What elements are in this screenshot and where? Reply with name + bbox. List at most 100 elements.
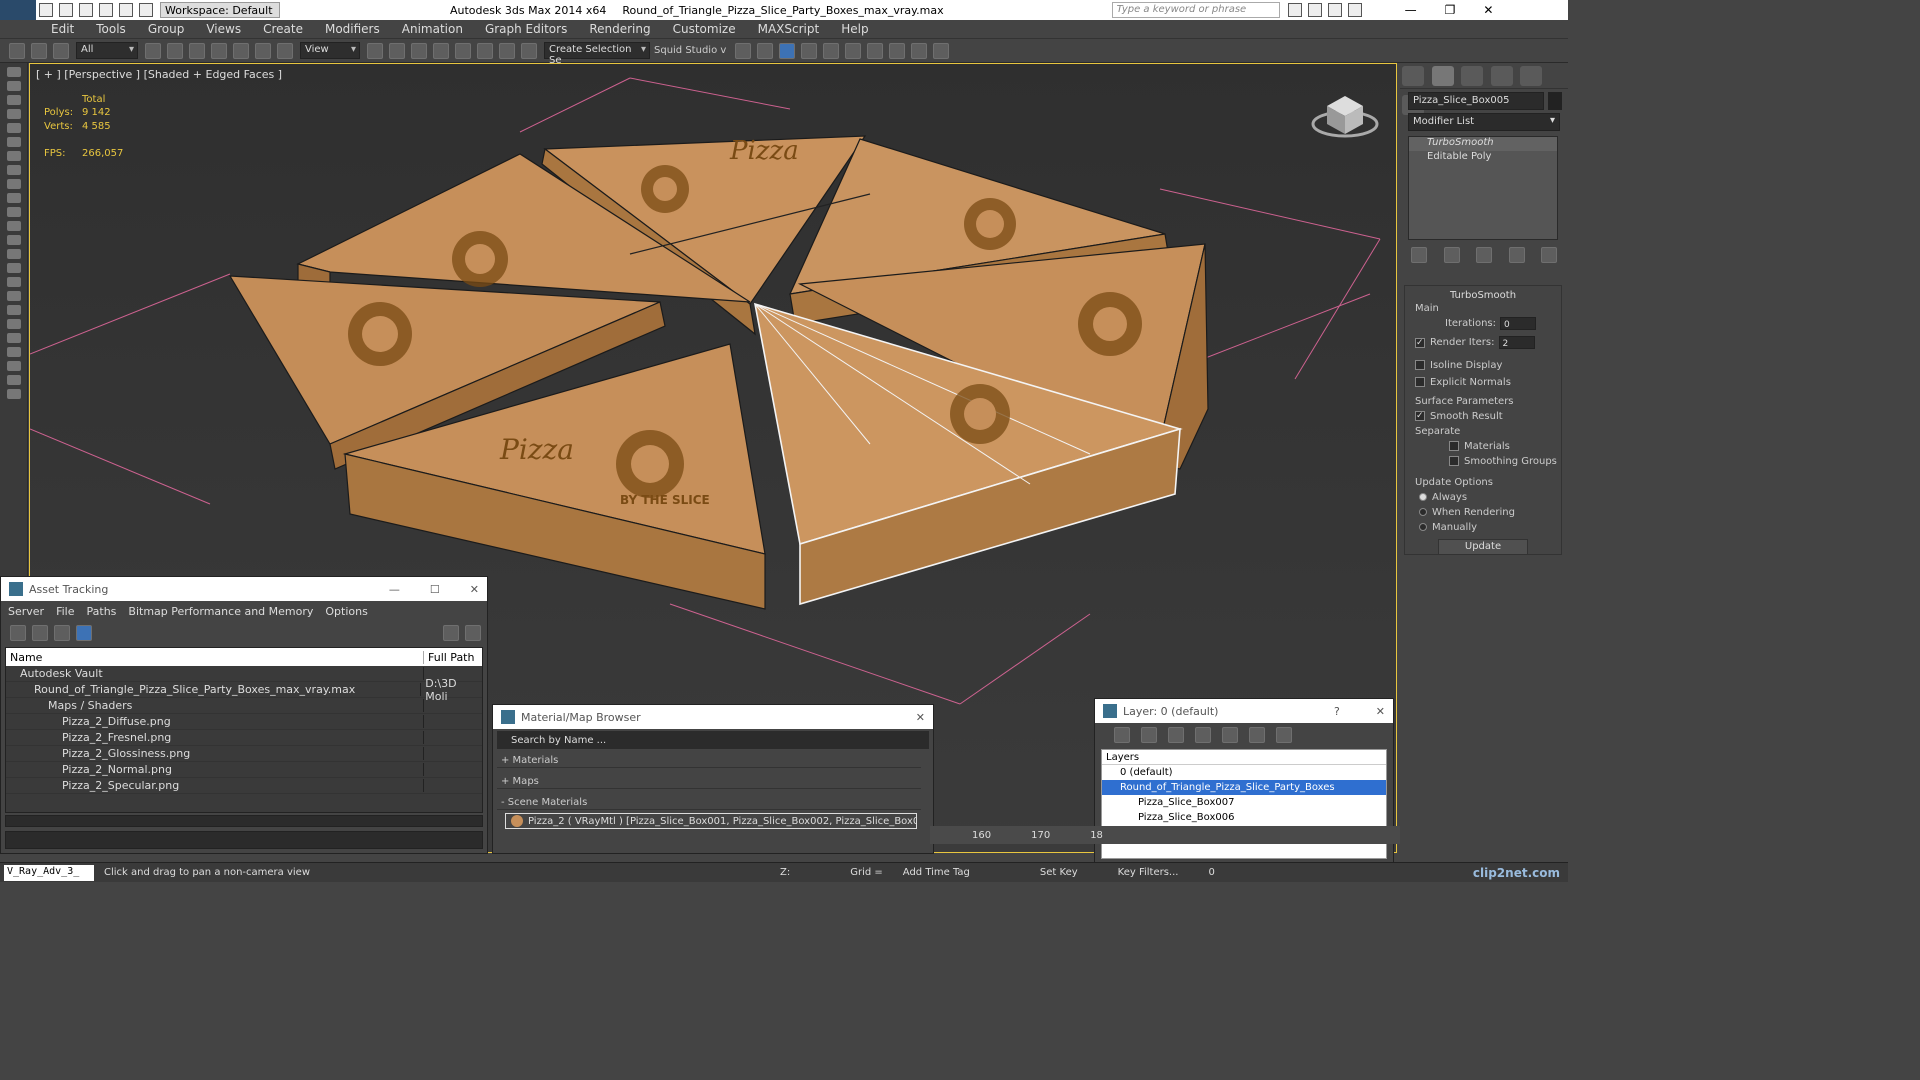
refresh-icon[interactable] (10, 625, 26, 641)
align-icon[interactable] (757, 42, 774, 59)
isoline-display-checkbox[interactable] (1415, 360, 1425, 370)
modifier-stack-item[interactable]: Editable Poly (1409, 151, 1557, 165)
tool-icon[interactable] (7, 81, 21, 91)
set-key-button[interactable]: Set Key (1040, 867, 1078, 878)
key-filters-button[interactable]: Key Filters... (1118, 867, 1179, 878)
tool-icon[interactable] (7, 305, 21, 315)
menu-modifiers[interactable]: Modifiers (314, 22, 391, 36)
add-time-tag-button[interactable]: Add Time Tag (903, 867, 970, 878)
named-selection-set-dropdown[interactable]: Create Selection Se (544, 42, 650, 66)
rendered-frame-window-icon[interactable] (911, 42, 928, 59)
show-end-result-icon[interactable] (1443, 247, 1460, 263)
menu-options[interactable]: Options (325, 605, 367, 618)
remove-modifier-icon[interactable] (1508, 247, 1525, 263)
redo-icon[interactable] (119, 3, 133, 17)
bind-space-warp-icon[interactable] (53, 42, 69, 59)
mirror-icon[interactable] (735, 42, 752, 59)
layer-item[interactable]: Pizza_Slice_Box006 (1102, 810, 1386, 825)
hide-all-layers-icon[interactable] (1249, 727, 1265, 743)
create-layer-icon[interactable] (1114, 727, 1130, 743)
edit-named-selection-icon[interactable] (521, 42, 537, 59)
maximize-button[interactable]: ☐ (430, 583, 440, 596)
display-tab-icon[interactable] (1520, 66, 1542, 86)
tool-icon[interactable] (7, 193, 21, 203)
project-folder-icon[interactable] (139, 3, 153, 17)
help-icon[interactable] (443, 625, 459, 641)
menu-edit[interactable]: Edit (40, 22, 85, 36)
menu-customize[interactable]: Customize (662, 22, 747, 36)
snaps-toggle-icon[interactable] (433, 42, 449, 59)
render-production-icon[interactable] (933, 42, 950, 59)
menu-maxscript[interactable]: MAXScript (747, 22, 831, 36)
layer-item[interactable]: 0 (default) (1102, 765, 1386, 780)
asset-row[interactable]: Pizza_2_Fresnel.png (6, 730, 482, 746)
help-icon[interactable] (1347, 3, 1362, 17)
update-manually-radio[interactable] (1419, 523, 1427, 531)
close-button[interactable]: ✕ (470, 583, 479, 596)
minimize-button[interactable]: — (1405, 3, 1417, 17)
menu-group[interactable]: Group (137, 22, 196, 36)
menu-rendering[interactable]: Rendering (578, 22, 661, 36)
update-when-rendering-radio[interactable] (1419, 508, 1427, 516)
spinner-snap-icon[interactable] (499, 42, 515, 59)
rotate-icon[interactable] (255, 42, 271, 59)
update-always-radio[interactable] (1419, 493, 1427, 501)
asset-row[interactable]: Pizza_2_Diffuse.png (6, 714, 482, 730)
render-setup-icon[interactable] (889, 42, 906, 59)
menu-tools[interactable]: Tools (85, 22, 137, 36)
tool-icon[interactable] (7, 263, 21, 273)
graphite-toolbar-icon[interactable] (801, 42, 818, 59)
app-logo[interactable] (0, 0, 36, 20)
tool-icon[interactable] (7, 277, 21, 287)
star-icon[interactable] (1327, 3, 1342, 17)
close-button[interactable]: ✕ (1483, 3, 1493, 17)
undo-icon[interactable] (99, 3, 113, 17)
restore-button[interactable]: ❐ (1445, 3, 1456, 17)
maps-group[interactable]: + Maps (497, 774, 921, 789)
schematic-view-icon[interactable] (845, 42, 862, 59)
material-search-input[interactable]: Search by Name ... (497, 731, 929, 749)
angle-snap-icon[interactable] (455, 42, 471, 59)
configure-modifier-sets-icon[interactable] (1541, 247, 1557, 263)
highlight-layer-icon[interactable] (1222, 727, 1238, 743)
settings-icon[interactable] (465, 625, 481, 641)
update-button[interactable]: Update (1438, 539, 1528, 555)
menu-file[interactable]: File (56, 605, 74, 618)
pin-stack-icon[interactable] (1411, 247, 1427, 263)
asset-path-field[interactable] (5, 831, 483, 849)
tool-icon[interactable] (7, 95, 21, 105)
layer-explorer-icon[interactable] (779, 42, 796, 59)
layer-item[interactable]: Round_of_Triangle_Pizza_Slice_Party_Boxe… (1102, 780, 1386, 795)
tool-icon[interactable] (7, 123, 21, 133)
rectangle-selection-icon[interactable] (189, 42, 205, 59)
tool-icon[interactable] (7, 151, 21, 161)
maxscript-listener-field[interactable]: V_Ray_Adv_3_ (4, 864, 94, 881)
move-icon[interactable] (233, 42, 249, 59)
menu-animation[interactable]: Animation (391, 22, 474, 36)
link-icon[interactable] (9, 42, 25, 59)
asset-row[interactable]: Pizza_2_Specular.png (6, 778, 482, 794)
new-file-icon[interactable] (39, 3, 53, 17)
help-button[interactable]: ? (1334, 705, 1340, 718)
render-iters-checkbox[interactable] (1415, 336, 1425, 351)
materials-group[interactable]: + Materials (497, 753, 921, 768)
separate-materials-checkbox[interactable] (1449, 441, 1459, 451)
menu-bitmap-performance[interactable]: Bitmap Performance and Memory (128, 605, 313, 618)
object-color-swatch[interactable] (1548, 92, 1562, 110)
close-button[interactable]: ✕ (916, 711, 925, 724)
horizontal-scrollbar[interactable] (5, 815, 483, 827)
minimize-button[interactable]: — (389, 583, 400, 596)
select-in-layer-icon[interactable] (1195, 727, 1211, 743)
help-search-input[interactable]: Type a keyword or phrase (1111, 2, 1280, 18)
key-icon[interactable] (1307, 3, 1322, 17)
pivot-center-icon[interactable] (367, 42, 383, 59)
menu-graph-editors[interactable]: Graph Editors (474, 22, 578, 36)
scale-icon[interactable] (277, 42, 293, 59)
tool-icon[interactable] (7, 109, 21, 119)
object-name-field[interactable]: Pizza_Slice_Box005 (1408, 92, 1544, 110)
name-column-header[interactable]: Name (6, 650, 424, 664)
select-manipulate-icon[interactable] (389, 42, 405, 59)
asset-row[interactable]: Pizza_2_Glossiness.png (6, 746, 482, 762)
separate-smoothing-groups-checkbox[interactable] (1449, 456, 1459, 466)
tool-icon[interactable] (7, 333, 21, 343)
